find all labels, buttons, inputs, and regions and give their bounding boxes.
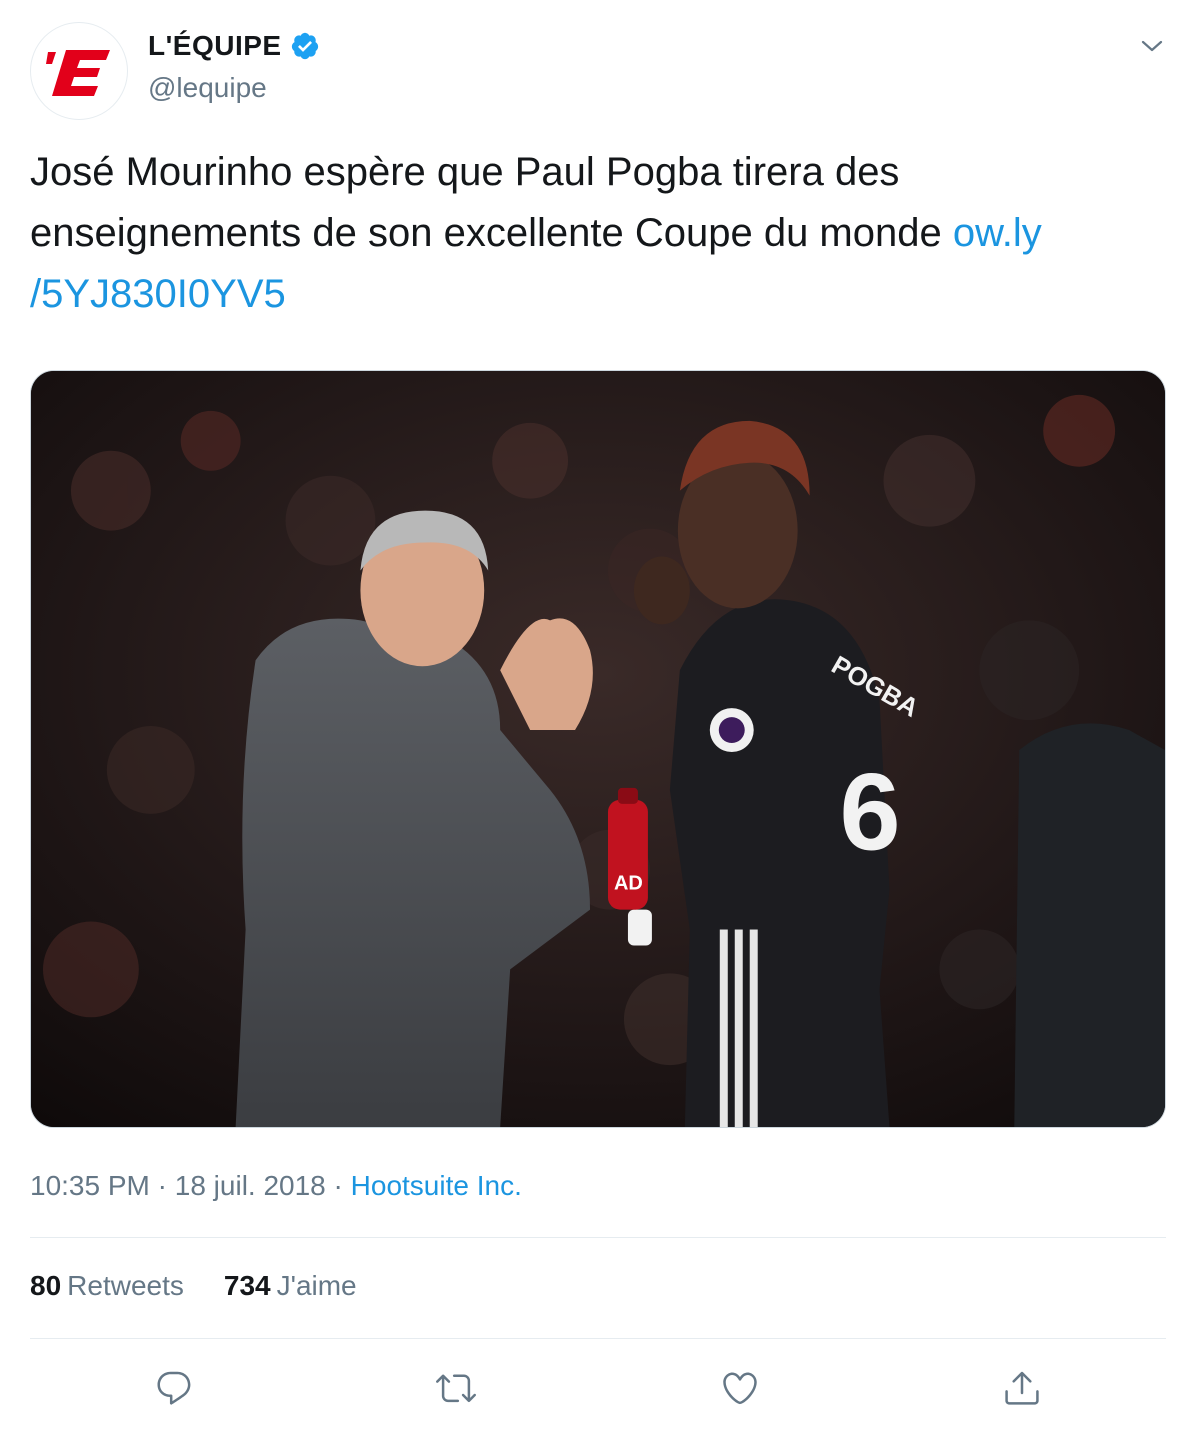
- like-button[interactable]: [718, 1366, 762, 1410]
- heart-icon: [723, 1372, 757, 1405]
- retweet-button[interactable]: [434, 1366, 478, 1410]
- tweet-link-line2: /5YJ830I0YV5: [30, 272, 286, 316]
- tweet-time: 10:35 PM: [30, 1170, 150, 1201]
- chevron-down-icon: [1141, 40, 1163, 52]
- retweets-label: Retweets: [67, 1270, 184, 1301]
- retweets-count: 80: [30, 1270, 62, 1301]
- divider: [30, 1237, 1166, 1238]
- tweet-stats: 80 Retweets 734 J'aime: [30, 1270, 357, 1302]
- tweet-card: L'ÉQUIPE @lequipe José Mourinho espère q…: [0, 0, 1196, 1436]
- lequipe-logo-icon: [46, 50, 110, 96]
- retweet-icon: [436, 1374, 476, 1403]
- likes-stat[interactable]: 734 J'aime: [224, 1270, 357, 1302]
- meta-separator-1: ·: [157, 1170, 167, 1201]
- tweet-body: José Mourinho espère que Paul Pogba tire…: [30, 150, 953, 255]
- handle[interactable]: @lequipe: [148, 72, 267, 104]
- share-button[interactable]: [1000, 1366, 1044, 1410]
- divider: [30, 1338, 1166, 1339]
- likes-count: 734: [223, 1270, 271, 1301]
- tweet-menu-button[interactable]: [1136, 30, 1168, 62]
- tweet-photo[interactable]: 6 POGBA AD: [30, 370, 1166, 1128]
- retweets-stat[interactable]: 80 Retweets: [30, 1270, 184, 1302]
- tweet-timestamp[interactable]: 10:35 PM · 18 juil. 2018: [30, 1170, 326, 1201]
- tweet-date: 18 juil. 2018: [174, 1170, 326, 1201]
- share-icon: [1005, 1371, 1039, 1405]
- display-name[interactable]: L'ÉQUIPE: [148, 30, 320, 62]
- reply-icon: [157, 1371, 191, 1405]
- verified-badge-icon: [291, 32, 318, 60]
- tweet-text: José Mourinho espère que Paul Pogba tire…: [30, 142, 1160, 325]
- bottle-logo: AD: [614, 873, 643, 895]
- meta-separator-2: ·: [333, 1170, 343, 1201]
- reply-button[interactable]: [152, 1366, 196, 1410]
- player-number: 6: [840, 752, 901, 874]
- tweet-meta: 10:35 PM · 18 juil. 2018 · Hootsuite Inc…: [30, 1170, 522, 1202]
- avatar[interactable]: [30, 22, 128, 120]
- tweet-link-line1: ow.ly: [952, 211, 1042, 255]
- tweet-source-link[interactable]: Hootsuite Inc.: [351, 1170, 522, 1201]
- likes-label: J'aime: [276, 1270, 357, 1301]
- display-name-text: L'ÉQUIPE: [148, 30, 282, 61]
- photo-mourinho-pogba: 6 POGBA AD: [31, 371, 1165, 1127]
